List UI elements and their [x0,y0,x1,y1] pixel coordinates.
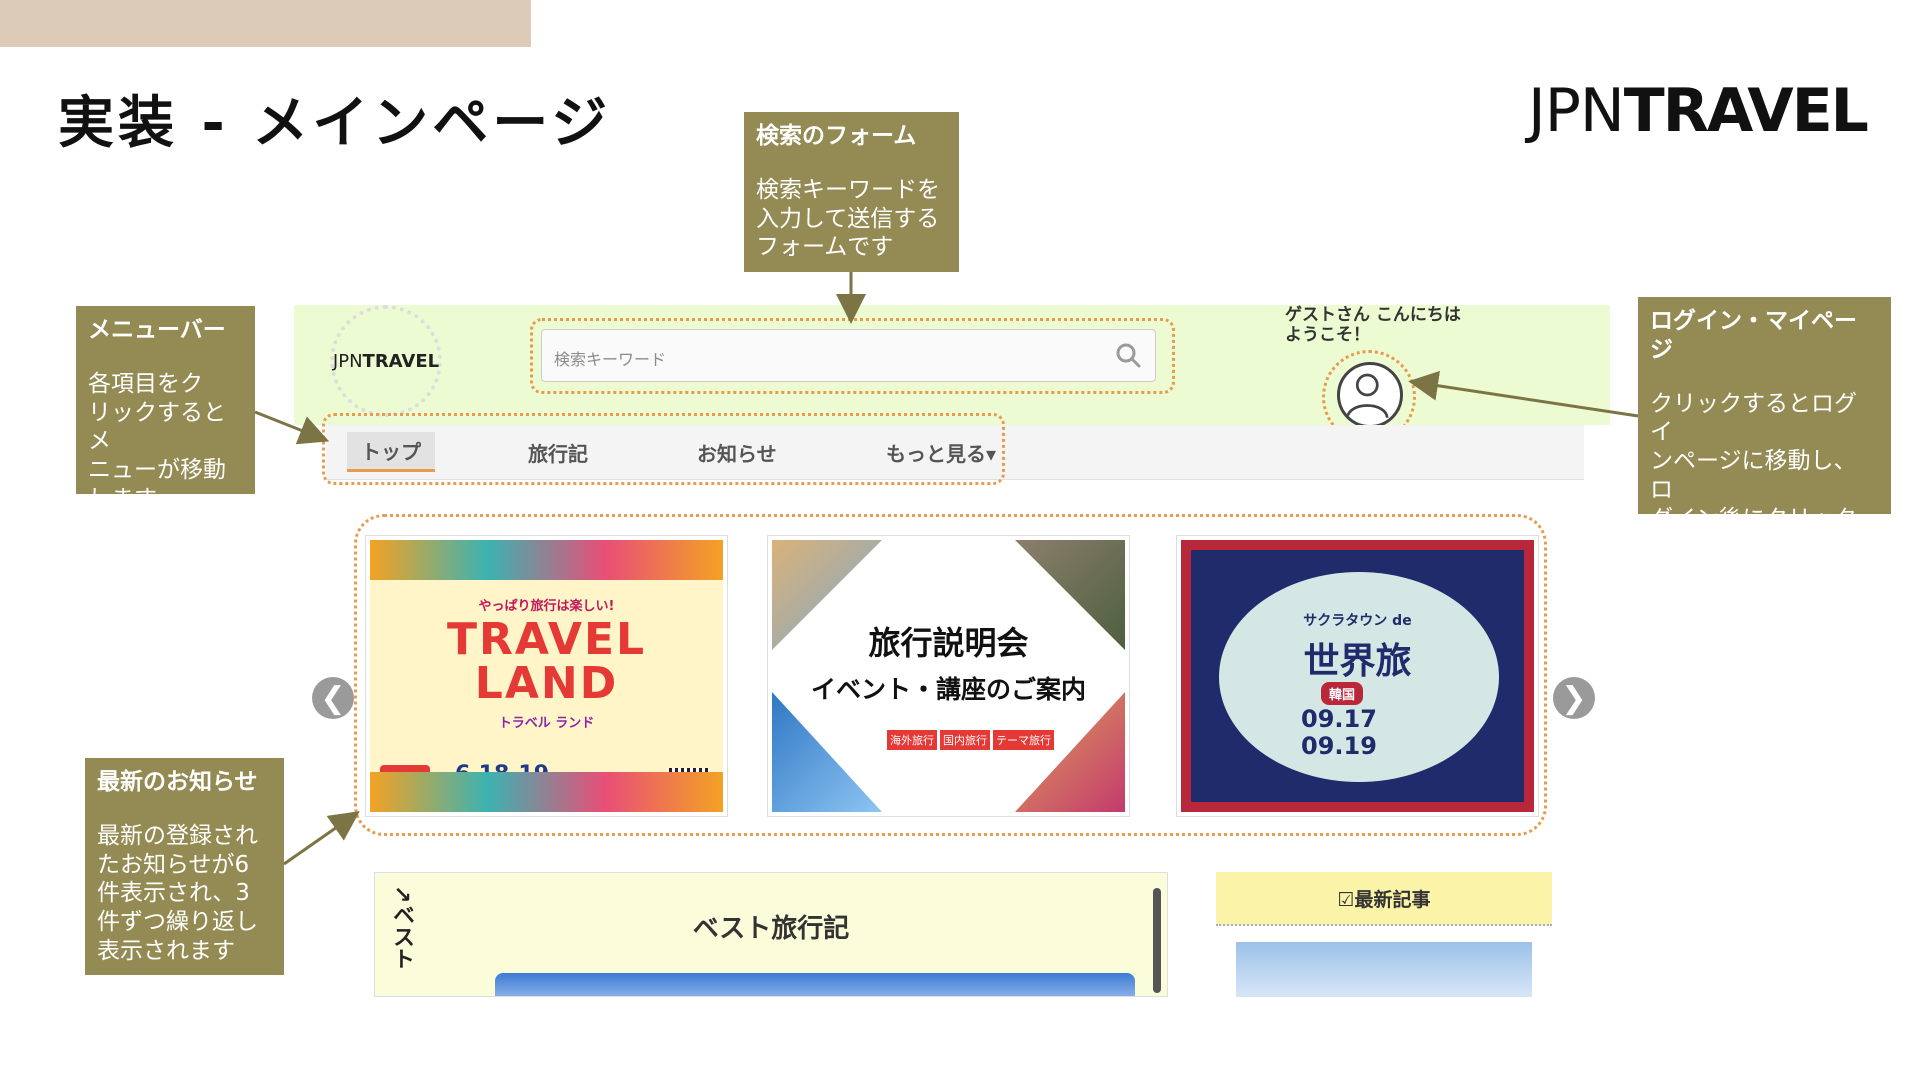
best-travelogue-image[interactable] [495,973,1135,996]
search-highlight [530,318,1175,394]
callout-body: クリックするとログイ ンページに移動し、ロ グイン後にクリックす るとマイページ… [1650,390,1857,647]
callout-search: 検索のフォーム 検索キーワードを 入力して送信する フォームです [744,112,959,272]
latest-articles-panel: ☑最新記事 [1216,872,1552,997]
brand-logo-thin: JPN [1528,76,1625,146]
callout-title: メニューバー [88,317,226,343]
callout-login: ログイン・マイページ クリックするとログイ ンページに移動し、ロ グイン後にクリ… [1638,297,1891,647]
site-logo-thin: JPN [332,350,363,372]
greeting-line2: ようこそ！ [1285,325,1370,346]
slide-title: 実装 - メインページ [58,91,612,156]
decorative-top-bar [0,0,531,47]
callout-title: 検索のフォーム [756,123,917,149]
menu-highlight [322,413,1005,485]
latest-article-image[interactable] [1236,942,1532,997]
callout-news: 最新のお知らせ 最新の登録され たお知らせが6 件表示され、3 件ずつ繰り返し … [85,758,284,975]
news-highlight [354,514,1547,836]
callout-body: 最新の登録され たお知らせが6 件表示され、3 件ずつ繰り返し 表示されます [97,822,258,964]
brand-logo-bold: TRAVEL [1623,76,1869,146]
connector-news [283,811,360,866]
brand-logo: JPNTRAVEL [1528,76,1869,146]
carousel-prev-button[interactable]: ❮ [312,677,354,719]
site-logo[interactable]: JPN TRAVEL [330,305,442,417]
callout-body: 検索キーワードを 入力して送信する フォームです [756,176,940,261]
site-logo-bold: TRAVEL [362,350,440,372]
greeting: ゲストさん こんにちは ようこそ！ [1285,305,1461,346]
callout-menu: メニューバー 各項目をク リックするとメ ニューが移動 します [76,306,255,512]
carousel-next-button[interactable]: ❯ [1553,677,1595,719]
best-travelogue-panel: ↗ベスト ベスト旅行記 [374,872,1168,997]
callout-body: 各項目をク リックするとメ ニューが移動 します [88,370,226,512]
latest-title: ☑最新記事 [1216,872,1552,926]
callout-title: ログイン・マイページ [1650,308,1857,363]
callout-title: 最新のお知らせ [97,769,258,795]
best-title: ベスト旅行記 [692,914,850,944]
greeting-line1: ゲストさん こんにちは [1285,305,1461,325]
scrollbar[interactable] [1153,888,1161,993]
